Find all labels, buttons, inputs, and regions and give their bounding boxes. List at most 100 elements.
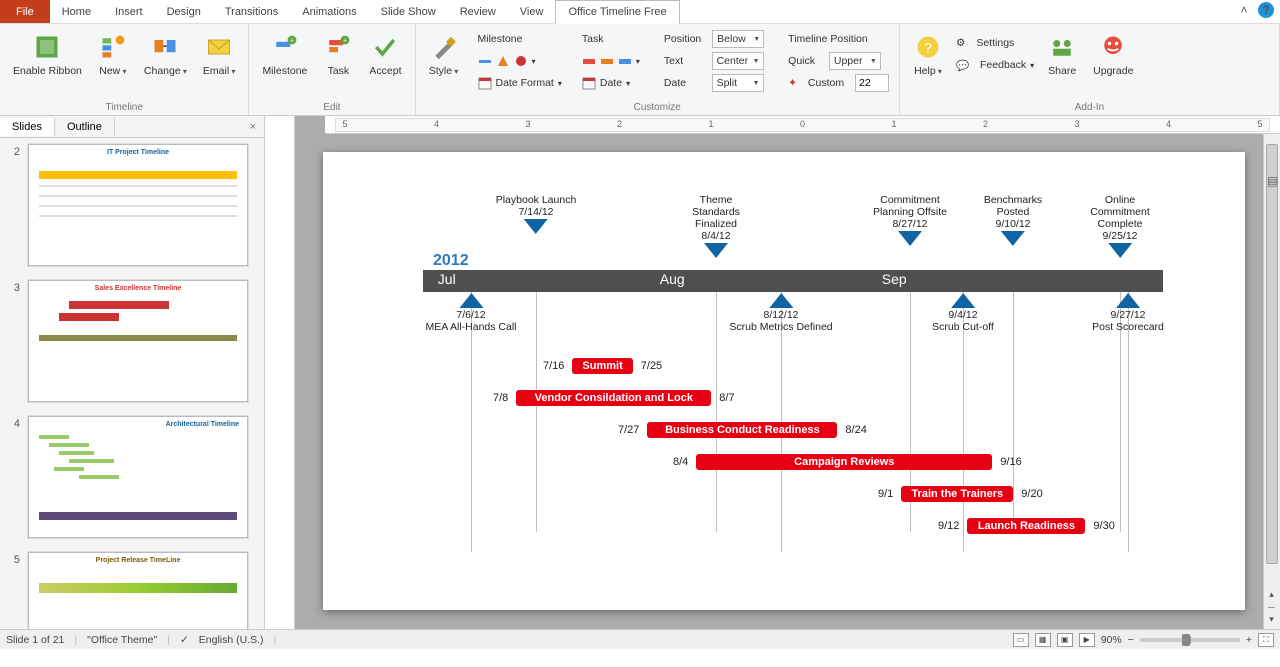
milestone-bottom[interactable]: 7/6/12MEA All-Hands Call [425, 292, 516, 333]
task-start-date: 7/27 [618, 424, 639, 436]
tab-office-timeline[interactable]: Office Timeline Free [555, 0, 679, 24]
spellcheck-icon[interactable]: ✓ [180, 634, 189, 646]
task-end-date: 7/25 [641, 360, 662, 372]
tab-transitions[interactable]: Transitions [213, 0, 290, 23]
task-row[interactable]: 7/27Business Conduct Readiness8/24 [618, 422, 867, 438]
close-panel-icon[interactable]: × [242, 121, 264, 133]
theme-indicator: "Office Theme" [87, 634, 157, 646]
enable-ribbon-button[interactable]: Enable Ribbon [8, 29, 87, 80]
date-select[interactable]: Split [712, 74, 764, 92]
tab-view[interactable]: View [508, 0, 556, 23]
milestone-top[interactable]: Benchmarks Posted9/10/12 [984, 194, 1042, 247]
quick-select[interactable]: Upper [829, 52, 881, 70]
svg-text:+: + [343, 38, 347, 45]
thumb-number: 3 [6, 280, 20, 402]
fit-window-icon[interactable]: ⛶ [1258, 633, 1274, 647]
slides-tab[interactable]: Slides [0, 118, 55, 136]
slide-canvas[interactable]: 2012JulAugSepPlaybook Launch7/14/12Theme… [323, 152, 1245, 610]
thumb-number: 2 [6, 144, 20, 266]
file-menu[interactable]: File [0, 0, 50, 23]
feedback-button[interactable]: 💬 Feedback▾ [954, 55, 1036, 75]
task-row[interactable]: 7/16 Summit 7/25 [543, 358, 662, 374]
slide-thumbnail[interactable]: Project Release TimeLine [28, 552, 248, 629]
task-bar[interactable]: Campaign Reviews [696, 454, 992, 470]
milestone-shape-row[interactable]: ▾ [476, 51, 564, 71]
sorter-view-icon[interactable]: ▦ [1035, 633, 1051, 647]
slide-thumbnail[interactable]: Sales Excellence Timeline [28, 280, 248, 402]
new-button[interactable]: New [93, 29, 133, 81]
task-date-dropdown[interactable]: Date▾ [580, 73, 642, 93]
language-indicator[interactable]: English (U.S.) [199, 634, 264, 646]
custom-input[interactable] [855, 74, 889, 92]
task-row[interactable]: 9/12Launch Readiness9/30 [938, 518, 1115, 534]
svg-text:+: + [290, 38, 294, 45]
group-label-addin: Add-In [908, 102, 1271, 115]
milestone-top[interactable]: Playbook Launch7/14/12 [496, 194, 577, 235]
upgrade-button[interactable]: Upgrade [1088, 29, 1138, 80]
menu-bar: File HomeInsertDesignTransitionsAnimatio… [0, 0, 1280, 24]
outline-tab[interactable]: Outline [55, 118, 115, 136]
zoom-out-icon[interactable]: − [1128, 634, 1134, 646]
date-label: Date [664, 77, 686, 89]
task-button[interactable]: + Task [318, 29, 358, 80]
task-start-date: 7/16 [543, 360, 564, 372]
tab-home[interactable]: Home [50, 0, 103, 23]
task-row[interactable]: 7/8Vendor Consildation and Lock8/7 [493, 390, 735, 406]
thumb-number: 4 [6, 416, 20, 538]
task-row[interactable]: 8/4Campaign Reviews9/16 [673, 454, 1022, 470]
normal-view-icon[interactable]: ▭ [1013, 633, 1029, 647]
custom-label: Custom [808, 77, 844, 89]
milestone-top[interactable]: Theme Standards Finalized8/4/12 [692, 194, 740, 259]
settings-button[interactable]: ⚙ Settings [954, 33, 1036, 53]
tab-design[interactable]: Design [155, 0, 213, 23]
collapse-pane-icon[interactable]: ▤ [1267, 174, 1280, 194]
group-label-edit: Edit [257, 102, 406, 115]
change-button[interactable]: Change [139, 29, 192, 81]
slide-thumbnail[interactable]: Architectural Timeline [28, 416, 248, 538]
reading-view-icon[interactable]: ▣ [1057, 633, 1073, 647]
milestone-bottom[interactable]: 8/12/12Scrub Metrics Defined [729, 292, 832, 333]
zoom-slider[interactable] [1140, 638, 1240, 642]
zoom-level[interactable]: 90% [1101, 634, 1122, 646]
milestone-bottom[interactable]: 9/27/12Post Scorecard [1092, 292, 1164, 333]
workspace: Slides Outline × 2IT Project Timeline3Sa… [0, 116, 1280, 629]
vertical-scrollbar[interactable]: ▤ ▴ ─ ▾ [1263, 134, 1280, 629]
task-bar[interactable]: Train the Trainers [901, 486, 1013, 502]
email-button[interactable]: Email [198, 29, 241, 81]
help-button[interactable]: ? Help [908, 29, 948, 81]
zoom-in-icon[interactable]: + [1246, 634, 1252, 646]
milestone-top[interactable]: Commitment Planning Offsite8/27/12 [873, 194, 947, 247]
ribbon-collapse-icon[interactable]: ˄ [1236, 2, 1252, 18]
tab-review[interactable]: Review [448, 0, 508, 23]
tab-slide-show[interactable]: Slide Show [369, 0, 448, 23]
slideshow-view-icon[interactable]: ▶ [1079, 633, 1095, 647]
status-bar: Slide 1 of 21 | "Office Theme" | ✓ Engli… [0, 629, 1280, 649]
task-bar[interactable]: Vendor Consildation and Lock [516, 390, 711, 406]
task-bar[interactable]: Launch Readiness [967, 518, 1085, 534]
milestone-bottom[interactable]: 9/4/12Scrub Cut-off [932, 292, 994, 333]
slide-thumbnail[interactable]: IT Project Timeline [28, 144, 248, 266]
next-slide-icon[interactable]: ▾ [1265, 614, 1278, 625]
slide-editor: 54321012345 2012JulAugSepPlaybook Launch… [265, 116, 1280, 629]
task-bar[interactable]: Summit [572, 358, 632, 374]
task-shape-row[interactable]: ▾ [580, 51, 642, 71]
accept-button[interactable]: Accept [364, 29, 406, 80]
date-format-dropdown[interactable]: Date Format▾ [476, 73, 564, 93]
help-icon[interactable]: ? [1258, 2, 1274, 18]
position-label: Position [664, 33, 701, 45]
tab-animations[interactable]: Animations [290, 0, 368, 23]
group-label-customize: Customize [424, 102, 892, 115]
share-button[interactable]: Share [1042, 29, 1082, 80]
text-label: Text [664, 55, 683, 67]
milestone-button[interactable]: + Milestone [257, 29, 312, 80]
style-button[interactable]: Style [424, 29, 464, 81]
timeline-position-label: Timeline Position [786, 29, 891, 49]
tab-insert[interactable]: Insert [103, 0, 155, 23]
task-bar[interactable]: Business Conduct Readiness [647, 422, 837, 438]
position-select[interactable]: Below [712, 30, 764, 48]
milestone-top[interactable]: Online Commitment Complete9/25/12 [1090, 194, 1150, 259]
task-end-date: 9/30 [1093, 520, 1114, 532]
text-select[interactable]: Center [712, 52, 764, 70]
prev-slide-icon[interactable]: ▴ [1265, 589, 1278, 600]
task-row[interactable]: 9/1Train the Trainers9/20 [878, 486, 1043, 502]
